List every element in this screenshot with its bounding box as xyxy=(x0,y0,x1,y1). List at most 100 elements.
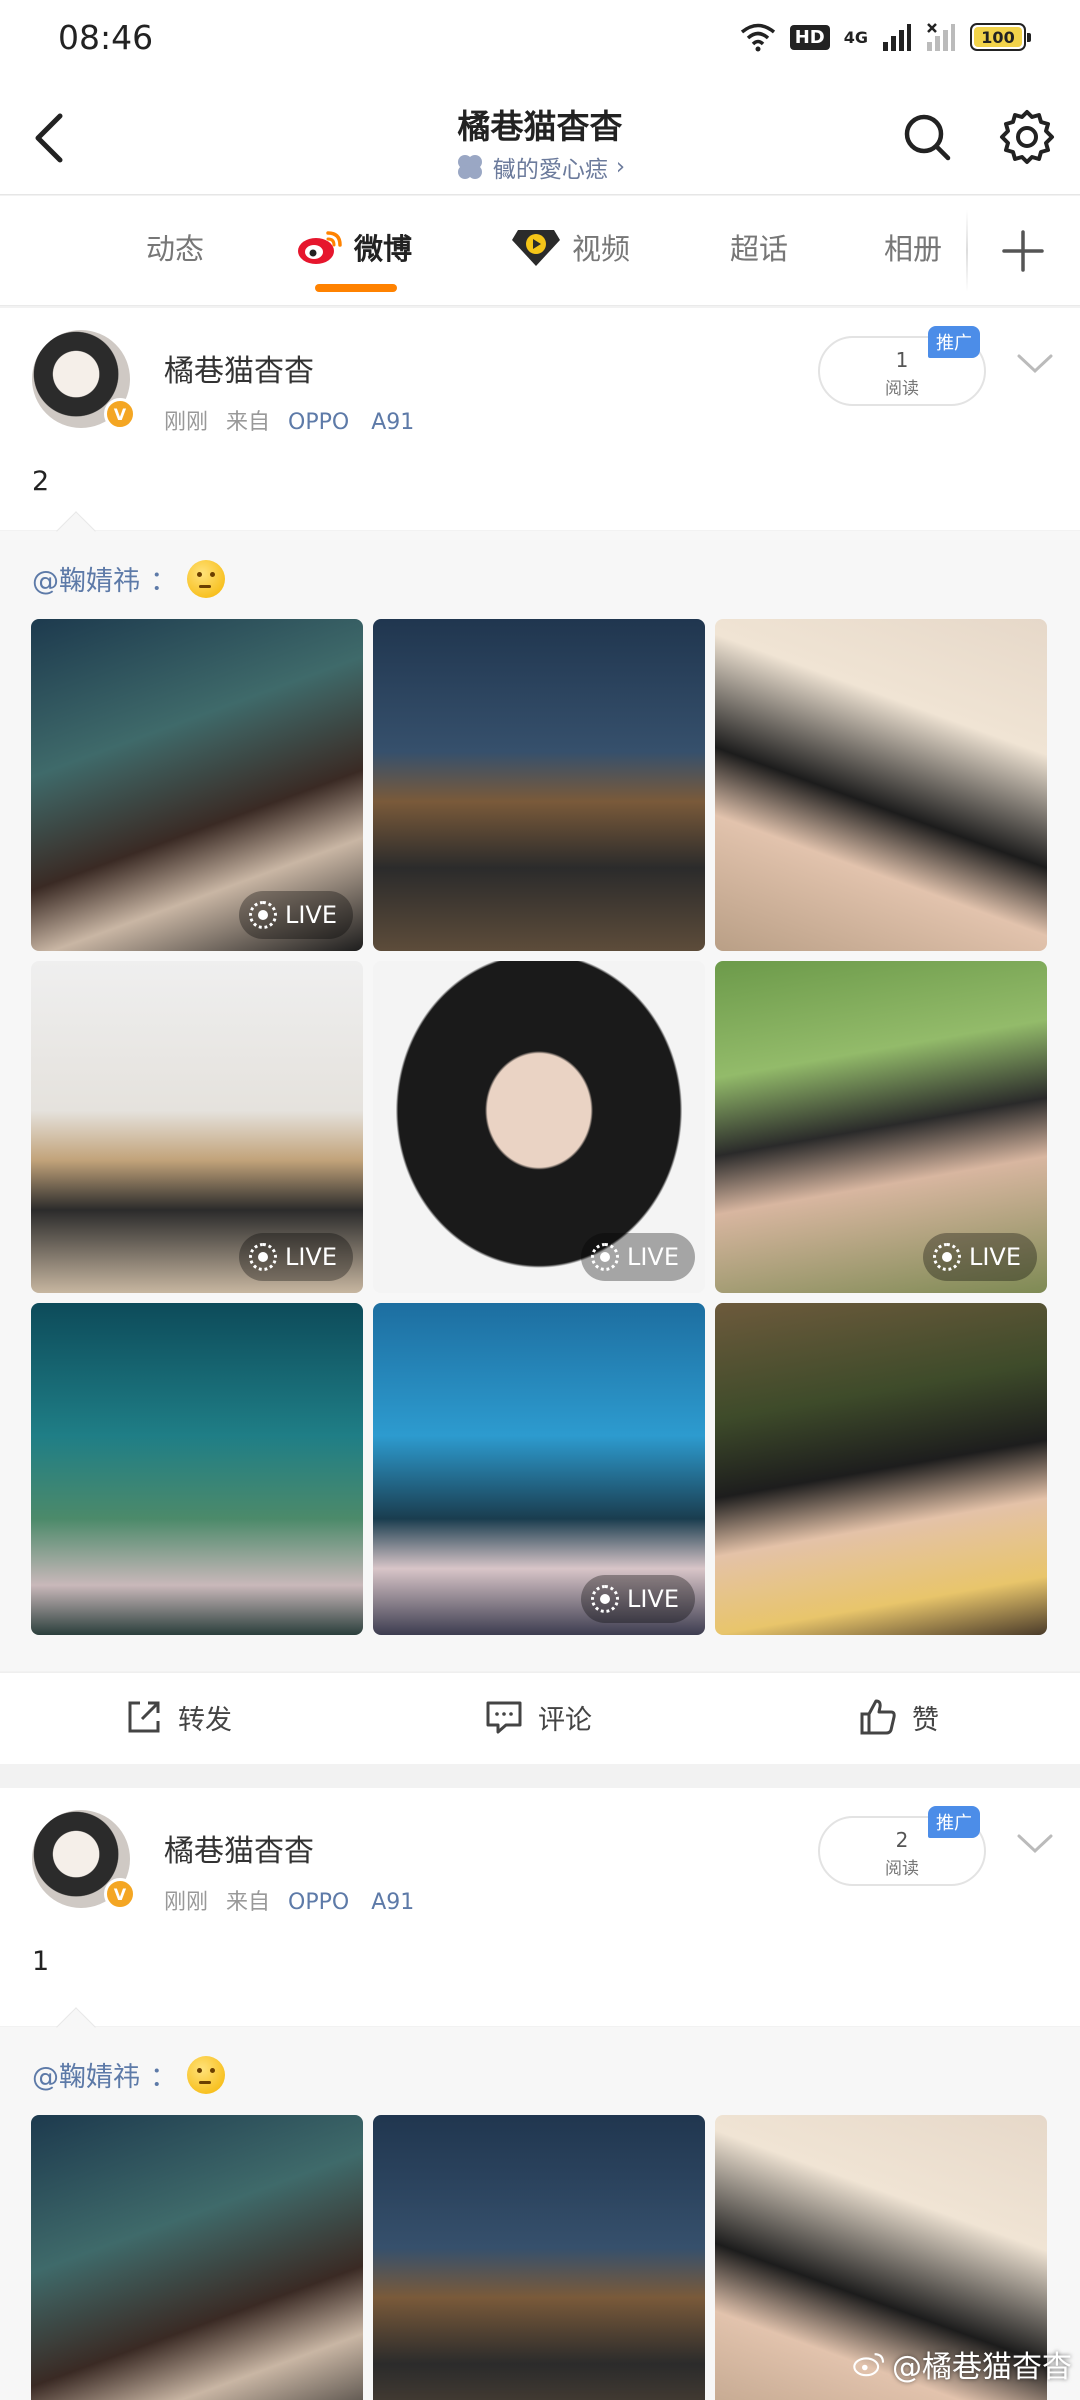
photo-thumbnail[interactable]: LIVE xyxy=(715,961,1047,1293)
post-action-bar: 转发 评论 赞 xyxy=(0,1672,1080,1764)
status-icons: HD 4G 100 xyxy=(740,22,1031,52)
photo-thumbnail[interactable]: LIVE xyxy=(31,619,363,951)
live-photo-icon xyxy=(248,1243,277,1271)
live-badge: LIVE xyxy=(922,1233,1037,1281)
hd-badge: HD xyxy=(789,24,830,50)
tab-video[interactable]: 视频 xyxy=(510,226,630,268)
live-badge: LIVE xyxy=(238,891,353,939)
tab-label: 微博 xyxy=(354,232,413,266)
signal-icon xyxy=(883,24,911,51)
weibo-watermark-icon xyxy=(853,2353,885,2377)
mention-line: @鞠婧祎 ： xyxy=(32,559,225,598)
comment-button[interactable]: 评论 xyxy=(484,1697,592,1737)
post-device: OPPO A91 xyxy=(288,1890,415,1915)
live-photo-icon xyxy=(590,1243,619,1271)
promote-badge[interactable]: 推广 xyxy=(928,1806,980,1838)
tab-weibo[interactable]: 微博 xyxy=(296,226,412,268)
status-bar: 08:46 HD 4G 100 xyxy=(0,0,1080,80)
battery-icon: 100 xyxy=(970,23,1031,51)
avatar[interactable]: V xyxy=(32,330,136,430)
wifi-icon xyxy=(740,23,775,52)
like-label: 赞 xyxy=(912,1704,939,1736)
profile-tabs: 动态 微博 视频 超话 相册 xyxy=(0,196,1080,306)
tabs-divider xyxy=(966,210,968,292)
thinking-emoji-icon xyxy=(187,2055,225,2094)
live-photo-icon xyxy=(248,901,277,929)
tab-super-topic[interactable]: 超话 xyxy=(730,226,788,268)
tab-label: 视频 xyxy=(572,232,631,266)
photo-thumbnail[interactable]: LIVE xyxy=(373,1303,705,1635)
mention-link[interactable]: @鞠婧祎 xyxy=(32,2055,140,2094)
photo-thumbnail[interactable] xyxy=(715,1303,1047,1635)
watermark-text: @橘巷猫杳杳 xyxy=(892,2350,1072,2385)
live-badge: LIVE xyxy=(238,1233,353,1281)
tab-label: 超话 xyxy=(730,232,789,266)
post-card[interactable]: V 橘巷猫杳杳 刚刚 来自 OPPO A91 1 阅读 推广 2 xyxy=(0,308,1080,530)
watermark: @橘巷猫杳杳 xyxy=(852,2342,1072,2386)
active-tab-indicator xyxy=(315,284,397,292)
settings-gear-icon[interactable] xyxy=(998,108,1056,166)
thinking-emoji-icon xyxy=(187,559,225,598)
chevron-down-icon[interactable] xyxy=(1016,352,1054,376)
live-photo-icon xyxy=(590,1585,619,1613)
like-button[interactable]: 赞 xyxy=(858,1697,939,1737)
post-author[interactable]: 橘巷猫杳杳 xyxy=(164,1826,314,1870)
add-tab-icon[interactable] xyxy=(998,226,1048,276)
tab-label: 相册 xyxy=(884,232,943,266)
photo-thumbnail[interactable] xyxy=(373,2115,705,2400)
tab-album[interactable]: 相册 xyxy=(884,226,942,268)
avatar[interactable]: V xyxy=(32,1810,136,1910)
repost-label: 转发 xyxy=(178,1704,232,1736)
post-text: 2 xyxy=(32,466,50,497)
repost-block[interactable]: @鞠婧祎 ： LIVE LIVE LIVE LIVE LIVE xyxy=(0,511,1080,1671)
network-type: 4G xyxy=(843,27,868,47)
photo-thumbnail[interactable] xyxy=(31,1303,363,1635)
live-photo-icon xyxy=(932,1243,961,1271)
comment-label: 评论 xyxy=(538,1704,592,1736)
post-text: 1 xyxy=(32,1946,50,1977)
signal-empty-icon xyxy=(927,23,955,51)
post-device: OPPO A91 xyxy=(288,410,415,435)
photo-thumbnail[interactable] xyxy=(373,619,705,951)
post-time: 刚刚 xyxy=(164,1890,209,1915)
mention-suffix: ： xyxy=(150,2062,177,2093)
status-time: 08:46 xyxy=(58,18,154,57)
post-time: 刚刚 xyxy=(164,410,209,435)
tab-label: 动态 xyxy=(146,232,205,266)
verified-icon: V xyxy=(104,1878,136,1910)
post-source-prefix: 来自 xyxy=(226,1890,271,1915)
photo-thumbnail[interactable]: LIVE xyxy=(373,961,705,1293)
share-icon xyxy=(128,1701,160,1733)
comment-icon xyxy=(486,1701,522,1734)
mention-suffix: ： xyxy=(150,566,177,597)
weibo-logo-icon xyxy=(298,231,342,264)
subtitle-arrow: › xyxy=(615,154,626,180)
post-meta: 刚刚 来自 OPPO A91 xyxy=(164,1884,414,1916)
live-badge: LIVE xyxy=(580,1233,695,1281)
mention-link[interactable]: @鞠婧祎 xyxy=(32,559,140,598)
video-badge-icon xyxy=(512,230,560,266)
chevron-down-icon[interactable] xyxy=(1016,1832,1054,1856)
clover-icon xyxy=(457,155,482,179)
battery-level: 100 xyxy=(981,27,1015,47)
photo-thumbnail[interactable]: LIVE xyxy=(31,961,363,1293)
subtitle-text: 㦽的愛心痣 xyxy=(492,157,608,183)
post-meta: 刚刚 来自 OPPO A91 xyxy=(164,404,414,436)
tab-dynamic[interactable]: 动态 xyxy=(146,226,204,268)
repost-button[interactable]: 转发 xyxy=(124,1697,232,1737)
post-source-prefix: 来自 xyxy=(226,410,271,435)
verified-icon: V xyxy=(104,398,136,430)
photo-thumbnail[interactable] xyxy=(715,619,1047,951)
post-card[interactable]: V 橘巷猫杳杳 刚刚 来自 OPPO A91 2 阅读 推广 1 xyxy=(0,1788,1080,2026)
post-author[interactable]: 橘巷猫杳杳 xyxy=(164,346,314,390)
mention-line: @鞠婧祎 ： xyxy=(32,2055,225,2094)
live-badge: LIVE xyxy=(580,1575,695,1623)
profile-header: 橘巷猫杳杳 㦽的愛心痣 › xyxy=(0,80,1080,195)
read-label: 阅读 xyxy=(885,1859,919,1879)
photo-grid: LIVE LIVE LIVE LIVE LIVE xyxy=(31,619,1049,1635)
search-icon[interactable] xyxy=(900,110,954,164)
photo-thumbnail[interactable] xyxy=(31,2115,363,2400)
promote-badge[interactable]: 推广 xyxy=(928,326,980,358)
read-label: 阅读 xyxy=(885,379,919,399)
thumbs-up-icon xyxy=(860,1699,896,1735)
